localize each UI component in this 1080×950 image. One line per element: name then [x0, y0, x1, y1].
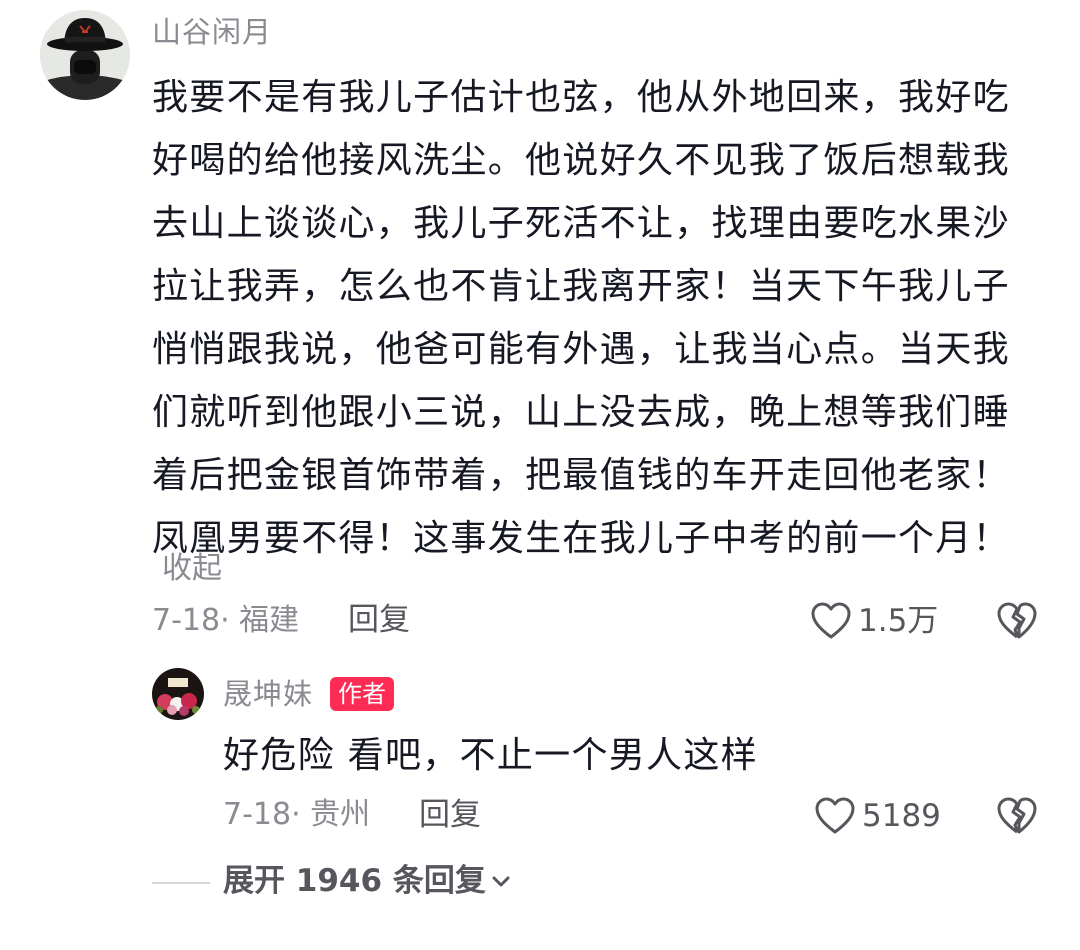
- reply-reply-button[interactable]: 回复: [419, 800, 481, 831]
- reply-avatar[interactable]: [152, 668, 204, 720]
- collapse-button[interactable]: 收起: [162, 554, 222, 584]
- comment-like-count: 1.5万: [858, 602, 939, 639]
- reply-username[interactable]: 晟坤妹: [223, 680, 313, 709]
- reply-date-location: 7-18· 贵州: [223, 797, 371, 832]
- comment-avatar[interactable]: [40, 10, 130, 100]
- expand-replies-label: 展开 1946 条回复: [223, 863, 486, 899]
- expand-replies-button[interactable]: 展开 1946 条回复: [223, 866, 512, 897]
- broken-heart-icon: [997, 797, 1037, 834]
- chevron-down-icon: [492, 876, 510, 886]
- reply-like-count: 5189: [862, 797, 941, 834]
- comment-username[interactable]: 山谷闲月: [152, 18, 272, 47]
- author-avatar-icon: [152, 668, 204, 720]
- comment-dislike-button[interactable]: [996, 601, 1038, 645]
- comment-reply-button[interactable]: 回复: [348, 605, 410, 636]
- comment-like-button[interactable]: 1.5万: [810, 601, 938, 641]
- reply-like-button[interactable]: 5189: [814, 796, 941, 836]
- heart-icon: [815, 797, 855, 834]
- heart-icon: [811, 602, 851, 639]
- expand-divider: [152, 882, 210, 884]
- reply-text: 好危险 看吧，不止一个男人这样: [223, 735, 758, 776]
- user-avatar-icon: [40, 10, 130, 100]
- comment-text: 我要不是有我儿子估计也弦，他从外地回来，我好吃好喝的给他接风洗尘。他说好久不见我…: [152, 77, 1010, 559]
- reply-dislike-button[interactable]: [996, 796, 1038, 840]
- broken-heart-icon: [997, 602, 1037, 639]
- author-badge: 作者: [330, 677, 394, 711]
- comment-date-location: 7-18· 福建: [152, 603, 300, 638]
